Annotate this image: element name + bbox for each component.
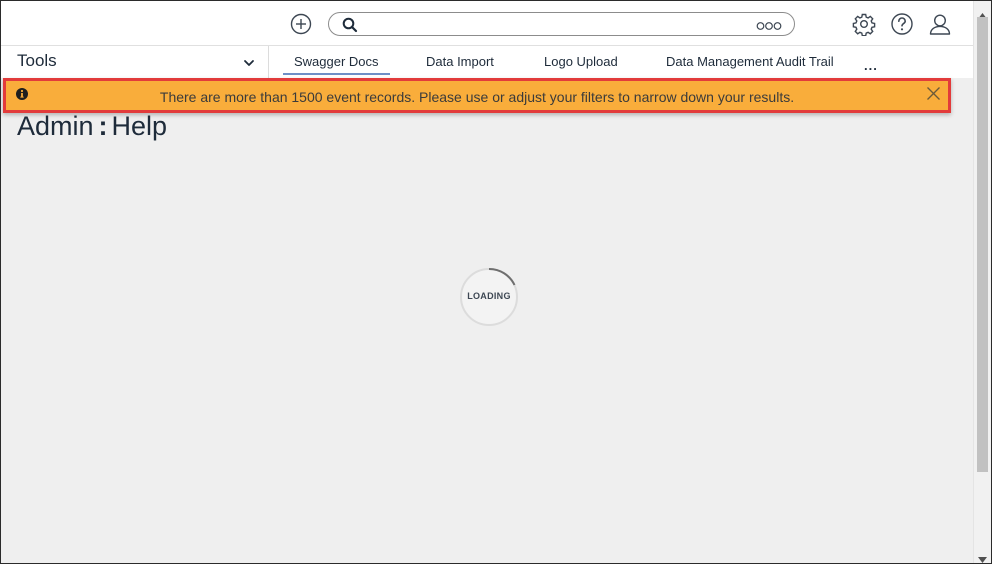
scrollbar-thumb[interactable]	[977, 17, 988, 472]
search-input[interactable]	[365, 15, 745, 33]
tab-data-management-audit-trail[interactable]: Data Management Audit Trail	[666, 54, 834, 69]
tab-swagger-docs[interactable]: Swagger Docs	[283, 54, 390, 75]
chevron-down-icon	[243, 56, 255, 68]
top-header	[1, 1, 973, 46]
tools-label: Tools	[17, 51, 57, 70]
scroll-up-arrow-icon[interactable]	[978, 6, 987, 19]
scroll-down-arrow-icon[interactable]	[978, 550, 987, 563]
loading-label: LOADING	[467, 291, 511, 301]
page-title-section: Admin	[17, 111, 94, 141]
page-title-page: Help	[111, 111, 168, 141]
tools-dropdown[interactable]: Tools	[1, 46, 269, 78]
app-window: Tools Swagger Docs Data Import Logo Uplo…	[0, 0, 992, 564]
banner-message: There are more than 1500 event records. …	[159, 89, 795, 105]
search-icon	[342, 17, 358, 33]
page-title: Admin: Help	[17, 111, 167, 142]
search-bar[interactable]	[328, 12, 795, 36]
notification-banner: There are more than 1500 event records. …	[3, 78, 951, 113]
secondary-nav: Tools Swagger Docs Data Import Logo Uplo…	[1, 46, 973, 78]
tab-logo-upload[interactable]: Logo Upload	[544, 54, 618, 69]
vertical-scrollbar[interactable]	[973, 1, 991, 563]
loading-spinner: LOADING	[459, 267, 519, 327]
more-options-icon[interactable]	[756, 19, 782, 31]
tab-data-import[interactable]: Data Import	[426, 54, 494, 69]
question-circle-icon[interactable]	[890, 12, 914, 36]
gear-icon[interactable]	[852, 12, 876, 37]
user-icon[interactable]	[928, 12, 952, 36]
tabs-overflow-button[interactable]: ...	[864, 58, 878, 73]
close-icon[interactable]	[926, 86, 941, 101]
page-title-separator: :	[98, 111, 108, 141]
plus-circle-icon[interactable]	[290, 13, 312, 35]
